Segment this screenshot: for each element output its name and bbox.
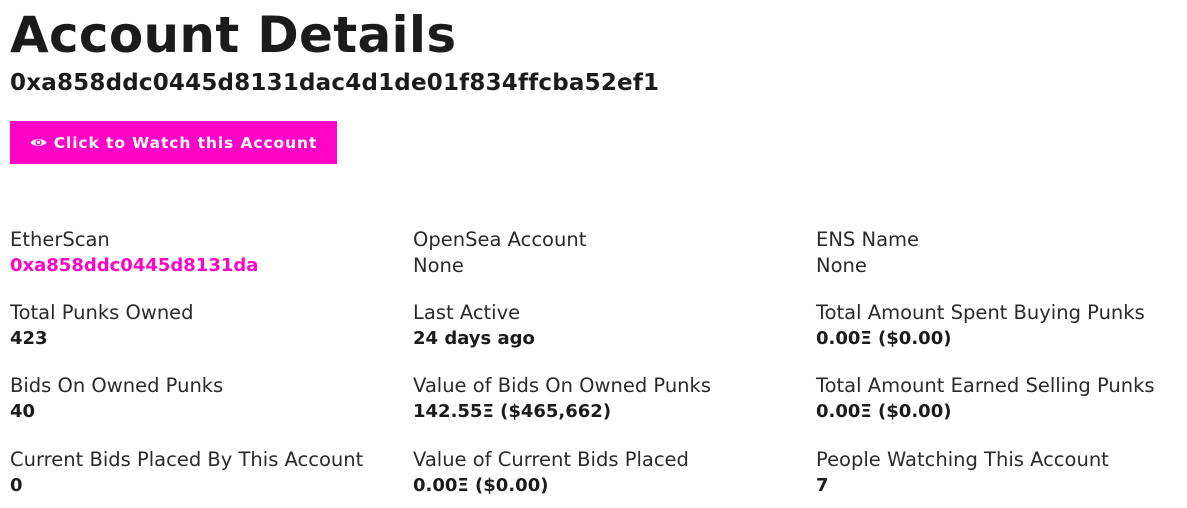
value-bids-on-owned-value: 142.55Ξ ($465,662) <box>413 401 612 422</box>
etherscan-stat: EtherScan 0xa858ddc0445d8131da <box>10 227 400 279</box>
people-watching-stat: People Watching This Account 7 <box>816 447 1187 499</box>
page-title: Account Details <box>10 6 457 64</box>
ens-value: None <box>816 254 867 277</box>
eye-icon <box>30 137 47 148</box>
current-bids-placed-value: 0 <box>10 475 23 496</box>
bids-on-owned-label: Bids On Owned Punks <box>10 374 224 397</box>
watch-account-button[interactable]: Click to Watch this Account <box>10 121 337 164</box>
total-earned-value: 0.00Ξ ($0.00) <box>816 401 952 422</box>
value-bids-on-owned-label: Value of Bids On Owned Punks <box>413 374 711 397</box>
people-watching-label: People Watching This Account <box>816 448 1109 471</box>
opensea-label: OpenSea Account <box>413 228 587 251</box>
current-bids-placed-label: Current Bids Placed By This Account <box>10 448 364 471</box>
last-active-stat: Last Active 24 days ago <box>413 300 803 352</box>
opensea-stat: OpenSea Account None <box>413 227 803 279</box>
etherscan-label: EtherScan <box>10 228 110 251</box>
total-punks-owned-value: 423 <box>10 328 48 349</box>
account-address: 0xa858ddc0445d8131dac4d1de01f834ffcba52e… <box>10 70 660 96</box>
total-spent-stat: Total Amount Spent Buying Punks 0.00Ξ ($… <box>816 300 1187 352</box>
etherscan-link[interactable]: 0xa858ddc0445d8131da <box>10 253 400 279</box>
account-details-page: Account Details 0xa858ddc0445d8131dac4d1… <box>0 0 1187 508</box>
value-current-bids-label: Value of Current Bids Placed <box>413 448 689 471</box>
opensea-value: None <box>413 254 464 277</box>
total-earned-label: Total Amount Earned Selling Punks <box>816 374 1155 397</box>
bids-on-owned-stat: Bids On Owned Punks 40 <box>10 373 400 425</box>
last-active-label: Last Active <box>413 301 521 324</box>
value-current-bids-value: 0.00Ξ ($0.00) <box>413 475 549 496</box>
ens-label: ENS Name <box>816 228 920 251</box>
total-punks-owned-stat: Total Punks Owned 423 <box>10 300 400 352</box>
bids-on-owned-value: 40 <box>10 401 36 422</box>
current-bids-placed-stat: Current Bids Placed By This Account 0 <box>10 447 400 499</box>
ens-stat: ENS Name None <box>816 227 1187 279</box>
total-spent-label: Total Amount Spent Buying Punks <box>816 301 1145 324</box>
last-active-value: 24 days ago <box>413 328 535 349</box>
value-bids-on-owned-stat: Value of Bids On Owned Punks 142.55Ξ ($4… <box>413 373 803 425</box>
people-watching-value: 7 <box>816 475 829 496</box>
watch-account-button-label: Click to Watch this Account <box>53 133 318 152</box>
total-earned-stat: Total Amount Earned Selling Punks 0.00Ξ … <box>816 373 1187 425</box>
value-current-bids-stat: Value of Current Bids Placed 0.00Ξ ($0.0… <box>413 447 803 499</box>
total-punks-owned-label: Total Punks Owned <box>10 301 194 324</box>
total-spent-value: 0.00Ξ ($0.00) <box>816 328 952 349</box>
